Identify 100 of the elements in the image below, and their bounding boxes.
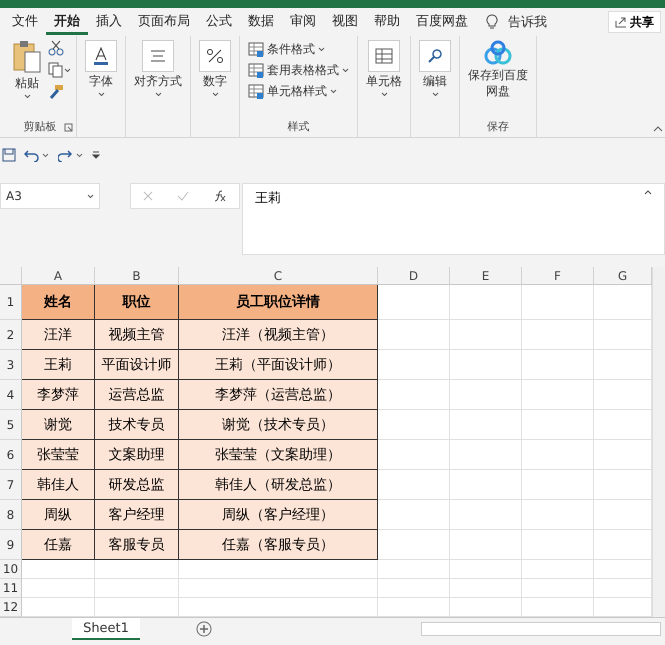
empty-cell[interactable] [594, 380, 652, 410]
ribbon-tab[interactable]: 文件 [4, 9, 46, 35]
empty-cell[interactable] [450, 440, 522, 470]
empty-cell[interactable] [522, 285, 594, 320]
row-header[interactable]: 7 [0, 470, 22, 500]
empty-cell[interactable] [594, 500, 652, 530]
empty-cell[interactable] [378, 598, 450, 617]
row-header[interactable]: 2 [0, 320, 22, 350]
undo-icon[interactable] [24, 148, 50, 162]
ribbon-button[interactable]: 字体 [83, 40, 119, 97]
empty-cell[interactable] [179, 579, 378, 598]
share-button[interactable]: 共享 [608, 11, 661, 33]
select-all-corner[interactable] [0, 267, 22, 285]
empty-cell[interactable] [378, 560, 450, 579]
check-icon[interactable] [177, 191, 189, 201]
ribbon-button[interactable]: 数字 [197, 40, 233, 97]
empty-cell[interactable] [594, 598, 652, 617]
empty-cell[interactable] [522, 440, 594, 470]
paste-button[interactable]: 粘贴 [10, 40, 44, 99]
cut-icon[interactable] [48, 40, 64, 56]
ribbon-tab[interactable]: 页面布局 [130, 9, 198, 35]
column-header[interactable]: G [594, 267, 652, 285]
name-box[interactable]: A3 [0, 183, 100, 209]
empty-cell[interactable] [522, 320, 594, 350]
dialog-launcher-icon[interactable] [64, 123, 73, 132]
empty-cell[interactable] [450, 560, 522, 579]
formula-bar[interactable]: 王莉 [242, 183, 665, 255]
collapse-ribbon-icon[interactable] [653, 126, 663, 132]
tell-me-link[interactable]: 告诉我 [508, 13, 547, 31]
save-icon[interactable] [2, 148, 16, 162]
ribbon-tab[interactable]: 帮助 [366, 9, 408, 35]
ribbon-tab[interactable]: 百度网盘 [408, 9, 476, 35]
style-menu-button[interactable]: 单元格样式 [246, 82, 339, 101]
empty-cell[interactable] [594, 320, 652, 350]
empty-cell[interactable] [450, 285, 522, 320]
ribbon-tab[interactable]: 插入 [88, 9, 130, 35]
style-menu-button[interactable]: 条件格式 [246, 40, 327, 59]
vertical-scrollbar[interactable] [652, 267, 665, 617]
style-menu-button[interactable]: 套用表格格式 [246, 61, 351, 80]
ribbon-tab[interactable]: 开始 [46, 9, 88, 35]
empty-cell[interactable] [95, 598, 179, 617]
ribbon-button[interactable]: 对齐方式 [132, 40, 184, 97]
empty-cell[interactable] [594, 470, 652, 500]
row-header[interactable]: 8 [0, 500, 22, 530]
ribbon-tab[interactable]: 审阅 [282, 9, 324, 35]
ribbon-tab[interactable]: 视图 [324, 9, 366, 35]
row-header[interactable]: 3 [0, 350, 22, 380]
column-header[interactable]: E [450, 267, 522, 285]
empty-cell[interactable] [450, 410, 522, 440]
sheet-tab[interactable]: Sheet1 [72, 618, 140, 640]
empty-cell[interactable] [450, 350, 522, 380]
empty-cell[interactable] [450, 320, 522, 350]
empty-cell[interactable] [522, 410, 594, 440]
row-header[interactable]: 12 [0, 598, 22, 617]
ribbon-tab[interactable]: 数据 [240, 9, 282, 35]
empty-cell[interactable] [522, 380, 594, 410]
empty-cell[interactable] [450, 470, 522, 500]
ribbon-tab[interactable]: 公式 [198, 9, 240, 35]
empty-cell[interactable] [522, 598, 594, 617]
empty-cell[interactable] [594, 285, 652, 320]
row-header[interactable]: 5 [0, 410, 22, 440]
empty-cell[interactable] [522, 560, 594, 579]
empty-cell[interactable] [450, 530, 522, 560]
cancel-icon[interactable] [143, 191, 153, 201]
save-to-cloud-button[interactable]: 保存到百度网盘 [466, 40, 530, 100]
empty-cell[interactable] [594, 410, 652, 440]
empty-cell[interactable] [450, 598, 522, 617]
empty-cell[interactable] [522, 470, 594, 500]
copy-icon[interactable] [48, 62, 70, 78]
ribbon-button[interactable]: 单元格 [364, 40, 404, 97]
empty-cell[interactable] [378, 579, 450, 598]
horizontal-scrollbar[interactable] [421, 622, 661, 636]
empty-cell[interactable] [594, 350, 652, 380]
function-icon[interactable] [213, 190, 227, 202]
row-header[interactable]: 1 [0, 285, 22, 320]
row-header[interactable]: 6 [0, 440, 22, 470]
customize-toolbar-icon[interactable] [92, 151, 100, 159]
empty-cell[interactable] [450, 579, 522, 598]
empty-cell[interactable] [522, 579, 594, 598]
column-header[interactable]: D [378, 267, 450, 285]
empty-cell[interactable] [450, 500, 522, 530]
row-header[interactable]: 11 [0, 579, 22, 598]
row-header[interactable]: 4 [0, 380, 22, 410]
format-painter-icon[interactable] [48, 84, 64, 100]
empty-cell[interactable] [450, 380, 522, 410]
column-header[interactable]: A [22, 267, 95, 285]
empty-cell[interactable] [594, 530, 652, 560]
empty-cell[interactable] [594, 579, 652, 598]
empty-cell[interactable] [95, 579, 179, 598]
collapse-icon[interactable] [644, 189, 652, 195]
empty-cell[interactable] [95, 560, 179, 579]
empty-cell[interactable] [522, 350, 594, 380]
empty-cell[interactable] [594, 560, 652, 579]
row-header[interactable]: 10 [0, 560, 22, 579]
empty-cell[interactable] [179, 598, 378, 617]
row-header[interactable]: 9 [0, 530, 22, 560]
add-sheet-icon[interactable] [196, 621, 212, 637]
ribbon-button[interactable]: 编辑 [417, 40, 453, 97]
column-header[interactable]: C [179, 267, 378, 285]
empty-cell[interactable] [522, 530, 594, 560]
